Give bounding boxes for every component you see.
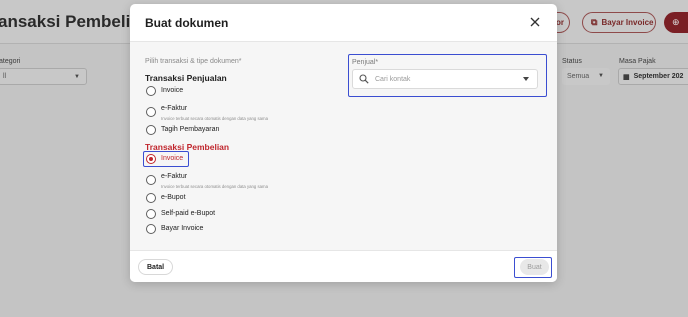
money-icon: ⧉: [591, 17, 598, 27]
radio-button[interactable]: [146, 209, 156, 219]
radio-pembelian-invoice[interactable]: Invoice: [146, 154, 183, 164]
radio-label: e-Faktur: [161, 105, 188, 112]
radio-description: Invoice terbuat secara otomatis dengan d…: [161, 184, 269, 189]
radio-label: e-Bupot: [161, 194, 186, 201]
radio-label: Tagih Pembayaran: [161, 126, 220, 133]
status-select[interactable]: Semua ▼: [562, 68, 610, 85]
radio-button[interactable]: [146, 175, 156, 185]
calendar-icon: ▦: [623, 73, 630, 81]
close-button[interactable]: [527, 14, 543, 30]
modal-body: Pilih transaksi & tipe dokumen* Transaks…: [130, 42, 557, 250]
search-icon: [359, 74, 369, 84]
radio-pembelian-ebupot[interactable]: e-Bupot: [146, 193, 186, 203]
bayar-invoice-button[interactable]: ⧉ Bayar Invoice: [582, 12, 656, 33]
modal-title: Buat dokumen: [145, 16, 229, 30]
radio-pembelian-bayar-invoice[interactable]: Bayar Invoice: [146, 224, 203, 234]
radio-label: Invoice: [161, 155, 184, 162]
radio-label: e-Faktur: [161, 173, 188, 180]
create-button[interactable]: ⊕: [664, 12, 688, 33]
page-title-text: ansaksi Pembelian: [0, 12, 151, 31]
radio-button[interactable]: [146, 224, 156, 234]
radio-button-checked[interactable]: [146, 154, 156, 164]
radio-pembelian-self-paid-ebupot[interactable]: Self-paid e-Bupot: [146, 209, 215, 219]
modal-header: Buat dokumen: [130, 4, 557, 42]
buat-button[interactable]: Buat: [520, 259, 549, 275]
status-label: Status: [562, 58, 582, 65]
radio-button[interactable]: [146, 193, 156, 203]
radio-penjualan-efaktur[interactable]: e-Faktur Invoice terbuat secara otomatis…: [146, 104, 268, 121]
penjual-label: Penjual*: [352, 59, 379, 66]
radio-penjualan-invoice[interactable]: Invoice: [146, 86, 183, 96]
masa-pajak-value: September 202: [633, 73, 684, 80]
document-type-field-label: Pilih transaksi & tipe dokumen*: [145, 58, 242, 65]
partial-header-button-label: or: [556, 18, 564, 27]
close-icon: [530, 17, 540, 27]
radio-description: Invoice terbuat secara otomatis dengan d…: [161, 116, 269, 121]
radio-penjualan-tagih-pembayaran[interactable]: Tagih Pembayaran: [146, 125, 219, 135]
kategori-label: ategori: [0, 58, 21, 65]
radio-button[interactable]: [146, 107, 156, 117]
caret-down-icon[interactable]: [523, 77, 529, 81]
kategori-select[interactable]: ll ▼: [0, 68, 87, 85]
section-pembelian-heading: Transaksi Pembelian: [145, 142, 230, 152]
penjual-field: Penjual* Cari kontak: [348, 56, 545, 96]
radio-label: Bayar Invoice: [161, 225, 204, 232]
masa-pajak-label: Masa Pajak: [619, 58, 656, 65]
penjual-search-input[interactable]: Cari kontak: [352, 69, 538, 89]
kategori-value: ll: [3, 73, 7, 80]
radio-button[interactable]: [146, 125, 156, 135]
caret-down-icon: ▼: [598, 73, 604, 79]
bayar-invoice-button-label: Bayar Invoice: [601, 18, 654, 27]
radio-label: Self-paid e-Bupot: [161, 210, 216, 217]
status-value: Semua: [567, 73, 590, 80]
plus-circle-icon: ⊕: [672, 17, 680, 27]
caret-down-icon: ▼: [74, 74, 80, 80]
penjual-placeholder: Cari kontak: [375, 75, 411, 83]
radio-pembelian-efaktur[interactable]: e-Faktur Invoice terbuat secara otomatis…: [146, 172, 268, 189]
section-penjualan-heading: Transaksi Penjualan: [145, 73, 227, 83]
buat-dokumen-modal: Buat dokumen Pilih transaksi & tipe doku…: [130, 4, 557, 282]
masa-pajak-select[interactable]: ▦ September 202: [618, 68, 688, 85]
batal-button[interactable]: Batal: [138, 259, 174, 275]
radio-label: Invoice: [161, 87, 184, 94]
radio-button[interactable]: [146, 86, 156, 96]
modal-footer: Batal Buat: [130, 250, 557, 282]
